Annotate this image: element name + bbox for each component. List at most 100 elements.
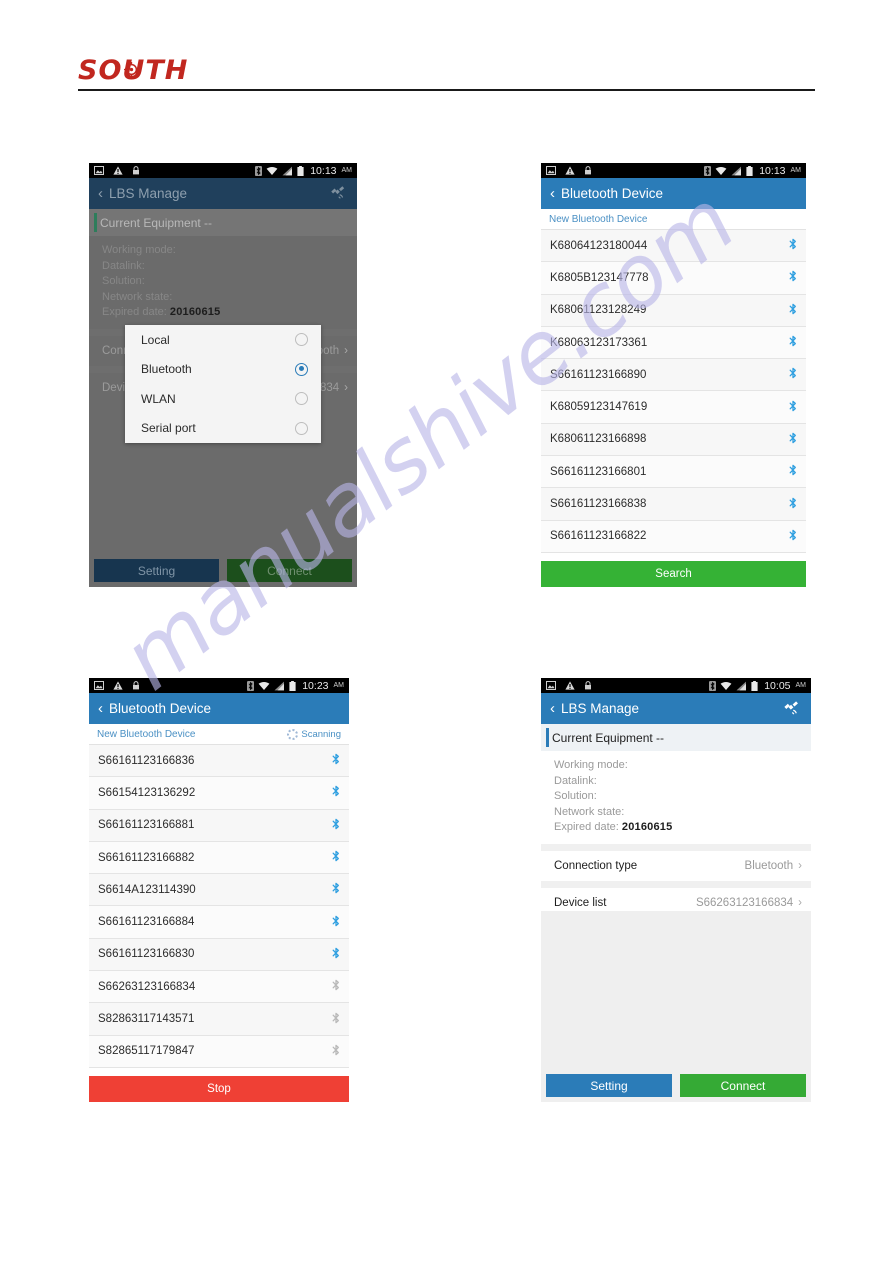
status-bar-time-2: 10:13: [759, 164, 786, 177]
dialog-option-local[interactable]: Local: [125, 325, 321, 355]
device-name: S66161123166836: [98, 754, 195, 767]
device-name: K68059123147619: [550, 401, 648, 414]
device-list-item[interactable]: S66161123166881: [89, 809, 349, 842]
device-name: S66154123136292: [98, 786, 196, 799]
bluetooth-icon-wrap: [789, 400, 797, 415]
dialog-option-bluetooth[interactable]: Bluetooth: [125, 355, 321, 385]
chevron-right-icon-2: ›: [344, 381, 348, 394]
bluetooth-icon-wrap: [789, 497, 797, 512]
battery-icon: [746, 165, 753, 176]
datalink-row: Datalink:: [102, 259, 145, 272]
device-list-item[interactable]: K6805B123147778: [541, 262, 806, 295]
radio-bluetooth[interactable]: [295, 362, 308, 376]
crosshair-icon: [124, 62, 139, 77]
bluetooth-icon-wrap: [789, 335, 797, 350]
connect-button[interactable]: Connect: [227, 559, 352, 582]
device-name: K68061123166898: [550, 433, 647, 446]
device-name: K68061123128249: [550, 304, 647, 317]
bluetooth-icon: [332, 947, 339, 959]
connection-type-row-4[interactable]: Connection type Bluetooth ›: [541, 850, 811, 881]
satellite-icon[interactable]: [329, 184, 348, 203]
bluetooth-icon: [789, 529, 796, 541]
connection-type-dialog[interactable]: Local Bluetooth WLAN Serial port: [125, 325, 321, 443]
bluetooth-icon: [332, 786, 339, 797]
device-list-item[interactable]: S66161123166830: [89, 938, 349, 972]
back-icon[interactable]: ‹: [550, 701, 555, 716]
screenshot-bluetooth-device-search: 10:13 AM ‹ Bluetooth Device New Bluetoot…: [541, 163, 806, 587]
scanning-status: Scanning: [287, 728, 341, 740]
action-bar-4: Setting Connect: [541, 1070, 811, 1102]
connection-type-label-4: Connection type: [554, 859, 638, 872]
bluetooth-icon-wrap: [332, 915, 340, 930]
connection-type-value-4: Bluetooth ›: [745, 860, 802, 872]
bluetooth-device-list[interactable]: K68064123180044 K6805B123147778 K680611231…: [541, 230, 806, 553]
screenshot-bluetooth-device-scanning: 10:23 AM ‹ Bluetooth Device New Bluetoot…: [89, 678, 349, 1102]
device-list-value-4: S66263123166834 ›: [696, 897, 802, 909]
dialog-option-serial-port[interactable]: Serial port: [125, 414, 321, 444]
status-bar-4: 10:05 AM: [541, 678, 811, 693]
bluetooth-icon: [789, 335, 796, 347]
device-list-item[interactable]: K68064123180044: [541, 230, 806, 263]
dialog-option-bluetooth-label: Bluetooth: [141, 362, 192, 377]
device-list-item[interactable]: S66161123166882: [89, 841, 349, 875]
back-icon[interactable]: ‹: [550, 186, 555, 201]
device-list-item[interactable]: K68061123166898: [541, 423, 806, 457]
current-equipment-bar-4: Current Equipment --: [541, 724, 811, 751]
device-list-item[interactable]: K68059123147619: [541, 391, 806, 424]
radio-serial-port[interactable]: [295, 421, 308, 435]
app-bar-title: LBS Manage: [109, 186, 188, 201]
image-icon: [94, 681, 104, 690]
device-list-item[interactable]: S66263123166834: [89, 971, 349, 1004]
setting-button-4[interactable]: Setting: [546, 1074, 672, 1097]
bluetooth-icon: [247, 680, 255, 691]
bluetooth-icon-wrap: [332, 850, 340, 865]
status-bar-right-icons-3: 10:23 AM: [247, 680, 344, 692]
device-name: S66161123166830: [98, 948, 195, 961]
device-list-item[interactable]: S66161123166801: [541, 456, 806, 489]
radio-wlan[interactable]: [295, 392, 308, 406]
section-header-label-3: New Bluetooth Device: [97, 728, 196, 740]
setting-button[interactable]: Setting: [94, 559, 219, 582]
app-bar-title-3: Bluetooth Device: [109, 701, 212, 716]
bluetooth-icon: [332, 753, 339, 765]
chevron-right-icon-4b: ›: [798, 896, 802, 909]
device-list-item[interactable]: S66161123166890: [541, 359, 806, 392]
expired-date-label-4: Expired date:: [554, 821, 619, 833]
scanning-label: Scanning: [301, 728, 341, 740]
expired-date-row: Expired date: 20160615: [102, 305, 357, 321]
device-list-item[interactable]: S66161123166884: [89, 906, 349, 939]
status-bar-ampm: AM: [341, 167, 353, 174]
image-icon: [546, 166, 556, 175]
bluetooth-icon: [789, 464, 796, 476]
radio-local[interactable]: [295, 333, 308, 347]
device-list-item[interactable]: K68063123173361: [541, 326, 806, 360]
back-icon[interactable]: ‹: [98, 186, 103, 201]
device-list-item[interactable]: S66161123166838: [541, 488, 806, 521]
device-list-item[interactable]: S82863117143571: [89, 1003, 349, 1036]
search-button[interactable]: Search: [541, 561, 806, 587]
bluetooth-icon-wrap: [789, 464, 797, 479]
status-bar-right-icons: 10:13 AM: [255, 165, 352, 177]
stop-button[interactable]: Stop: [89, 1076, 349, 1102]
device-list-item[interactable]: K68061123128249: [541, 294, 806, 327]
device-list-item[interactable]: S66161123166836: [89, 745, 349, 778]
back-icon[interactable]: ‹: [98, 701, 103, 716]
bluetooth-device-list-3[interactable]: S66161123166836 S66154123136292 S661611231…: [89, 745, 349, 1068]
device-list-item[interactable]: S82865117179847: [89, 1035, 349, 1068]
device-list-item[interactable]: S6614A123114390: [89, 874, 349, 907]
dialog-option-wlan[interactable]: WLAN: [125, 384, 321, 414]
device-list-item[interactable]: S66161123166822: [541, 520, 806, 553]
bluetooth-icon-wrap: [789, 432, 797, 447]
battery-icon: [751, 680, 758, 691]
expired-date-value-4: 20160615: [621, 821, 673, 833]
satellite-icon[interactable]: [782, 699, 802, 719]
connect-button-4[interactable]: Connect: [680, 1074, 806, 1097]
device-name: S6614A123114390: [98, 883, 196, 896]
device-name: S66161123166801: [550, 465, 647, 478]
network-state-row-4: Network state:: [554, 805, 625, 818]
lock-icon: [585, 166, 591, 175]
device-name: S66263123166834: [98, 980, 196, 993]
spinner-icon: [287, 728, 299, 740]
screenshot-lbs-manage-connection-dialog: 10:13 AM ‹ LBS Manage Current Equipment …: [89, 163, 357, 587]
device-list-item[interactable]: S66154123136292: [89, 777, 349, 810]
